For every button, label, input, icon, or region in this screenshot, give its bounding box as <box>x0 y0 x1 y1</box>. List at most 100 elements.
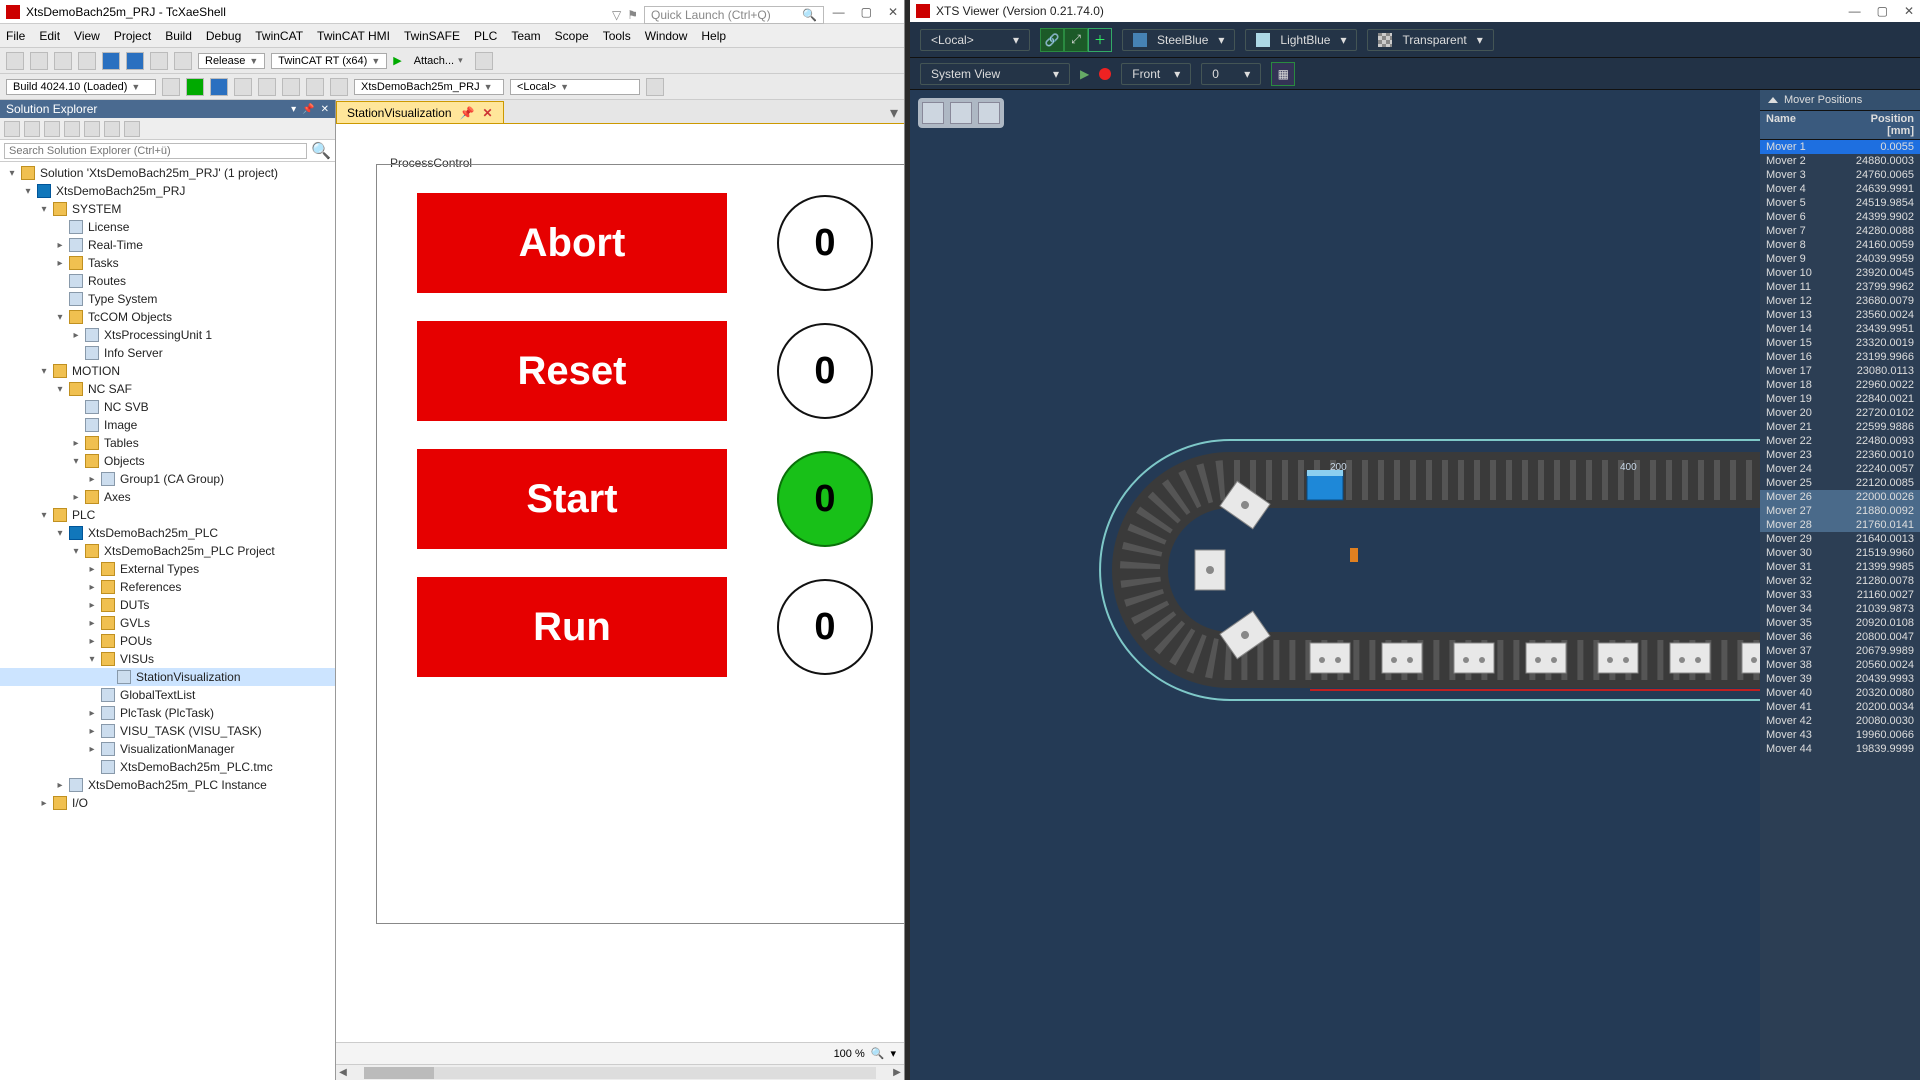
menu-plc[interactable]: PLC <box>474 29 497 43</box>
tree-node[interactable]: ▸Real-Time <box>0 236 335 254</box>
tree-node[interactable]: ▸Tasks <box>0 254 335 272</box>
tree-node[interactable]: ▾MOTION <box>0 362 335 380</box>
mover-row[interactable]: Mover 1123799.9962 <box>1760 280 1920 294</box>
mover-row[interactable]: Mover 824160.0059 <box>1760 238 1920 252</box>
tree-node[interactable]: ▸PlcTask (PlcTask) <box>0 704 335 722</box>
project-combo[interactable]: XtsDemoBach25m_PRJ▼ <box>354 79 504 95</box>
expand-icon[interactable]: ▾ <box>54 312 66 323</box>
solution-tree[interactable]: ▾Solution 'XtsDemoBach25m_PRJ' (1 projec… <box>0 162 335 1080</box>
tree-node[interactable]: XtsDemoBach25m_PLC.tmc <box>0 758 335 776</box>
sync-icon[interactable] <box>64 121 80 137</box>
expand-icon[interactable]: ▸ <box>86 708 98 719</box>
expand-icon[interactable]: ▾ <box>86 654 98 665</box>
expand-icon[interactable]: ⤢ <box>1064 28 1088 52</box>
quick-launch-input[interactable]: Quick Launch (Ctrl+Q) 🔍 <box>644 6 824 24</box>
target-local-combo[interactable]: <Local>▾ <box>920 29 1030 51</box>
mover-row[interactable]: Mover 2122599.9886 <box>1760 420 1920 434</box>
expand-icon[interactable]: ▸ <box>86 600 98 611</box>
color2-combo[interactable]: LightBlue▾ <box>1245 29 1357 51</box>
expand-icon[interactable]: ▾ <box>70 546 82 557</box>
maximize-icon[interactable]: ▢ <box>1877 4 1888 18</box>
tb-icon-1[interactable] <box>162 78 180 96</box>
mover-row[interactable]: Mover 2721880.0092 <box>1760 504 1920 518</box>
target-combo[interactable]: TwinCAT RT (x64)▼ <box>271 53 387 69</box>
tree-node[interactable]: ▸XtsProcessingUnit 1 <box>0 326 335 344</box>
tb-icon-3[interactable] <box>258 78 276 96</box>
mover-row[interactable]: Mover 1723080.0113 <box>1760 364 1920 378</box>
mover-row[interactable]: Mover 2821760.0141 <box>1760 518 1920 532</box>
color1-combo[interactable]: SteelBlue▾ <box>1122 29 1235 51</box>
mover-row[interactable]: Mover 1223680.0079 <box>1760 294 1920 308</box>
tree-node[interactable]: ▸External Types <box>0 560 335 578</box>
flag-icon[interactable]: ⚑ <box>627 8 638 22</box>
expand-icon[interactable]: ▸ <box>38 798 50 809</box>
mover-row[interactable]: Mover 3720679.9989 <box>1760 644 1920 658</box>
tree-node[interactable]: ▸VISU_TASK (VISU_TASK) <box>0 722 335 740</box>
mover-row[interactable]: Mover 3421039.9873 <box>1760 602 1920 616</box>
menu-twinsafe[interactable]: TwinSAFE <box>404 29 460 43</box>
mover-row[interactable]: Mover 3620800.0047 <box>1760 630 1920 644</box>
expand-icon[interactable]: ▸ <box>86 582 98 593</box>
tree-node[interactable]: ▸Tables <box>0 434 335 452</box>
expand-icon[interactable]: ▸ <box>86 636 98 647</box>
expand-icon[interactable]: ▾ <box>38 204 50 215</box>
expand-icon[interactable]: ▾ <box>70 456 82 467</box>
mover-row[interactable]: Mover 2322360.0010 <box>1760 448 1920 462</box>
wrench-icon[interactable] <box>124 121 140 137</box>
menu-debug[interactable]: Debug <box>206 29 241 43</box>
local-combo[interactable]: <Local>▼ <box>510 79 640 95</box>
tree-node[interactable]: ▾VISUs <box>0 650 335 668</box>
expand-icon[interactable]: ▾ <box>22 186 34 197</box>
mover-panel-header[interactable]: Mover Positions <box>1760 90 1920 111</box>
close-icon[interactable]: ✕ <box>1904 4 1914 18</box>
tree-node[interactable]: StationVisualization <box>0 668 335 686</box>
tree-node[interactable]: Image <box>0 416 335 434</box>
mover-row[interactable]: Mover 724280.0088 <box>1760 224 1920 238</box>
expand-icon[interactable]: ▸ <box>70 330 82 341</box>
mover-row[interactable]: Mover 10.0055 <box>1760 140 1920 154</box>
mover-row[interactable]: Mover 4020320.0080 <box>1760 686 1920 700</box>
tree-node[interactable]: ▾NC SAF <box>0 380 335 398</box>
mover-row[interactable]: Mover 924039.9959 <box>1760 252 1920 266</box>
ide-titlebar[interactable]: XtsDemoBach25m_PRJ - TcXaeShell ▽ ⚑ Quic… <box>0 0 904 24</box>
maximize-icon[interactable]: ▢ <box>861 5 872 19</box>
menu-twincat[interactable]: TwinCAT <box>255 29 303 43</box>
zoom-reset-icon[interactable] <box>978 102 1000 124</box>
menu-edit[interactable]: Edit <box>39 29 60 43</box>
new-icon[interactable] <box>54 52 72 70</box>
expand-icon[interactable]: ▸ <box>70 438 82 449</box>
mover-row[interactable]: Mover 2422240.0057 <box>1760 462 1920 476</box>
tree-node[interactable]: ▸Group1 (CA Group) <box>0 470 335 488</box>
expand-icon[interactable]: ▾ <box>38 510 50 521</box>
expand-icon[interactable]: ▾ <box>54 384 66 395</box>
expand-icon[interactable]: ▾ <box>6 168 18 179</box>
mover-row[interactable]: Mover 224880.0003 <box>1760 154 1920 168</box>
mover-row[interactable]: Mover 1423439.9951 <box>1760 322 1920 336</box>
redo-icon[interactable] <box>174 52 192 70</box>
track-viewport[interactable]: 200 400 <box>910 90 1760 1080</box>
expand-icon[interactable]: ▾ <box>38 366 50 377</box>
tree-node[interactable]: ▸GVLs <box>0 614 335 632</box>
tree-node[interactable]: NC SVB <box>0 398 335 416</box>
menu-view[interactable]: View <box>74 29 100 43</box>
color3-combo[interactable]: Transparent▾ <box>1367 29 1493 51</box>
forward-icon[interactable] <box>30 52 48 70</box>
tree-node[interactable]: GlobalTextList <box>0 686 335 704</box>
scroll-left-icon[interactable]: ◀ <box>336 1067 350 1078</box>
expand-icon[interactable]: ▸ <box>70 492 82 503</box>
back-icon[interactable] <box>6 52 24 70</box>
pin-icon[interactable]: 📌 <box>302 104 314 115</box>
tree-node[interactable]: ▾SYSTEM <box>0 200 335 218</box>
search-icon[interactable]: 🔍 <box>311 141 331 161</box>
abort-button[interactable]: Abort <box>417 193 727 293</box>
mover-row[interactable]: Mover 2222480.0093 <box>1760 434 1920 448</box>
filter-icon[interactable]: ▽ <box>612 8 621 22</box>
mover-row[interactable]: Mover 3520920.0108 <box>1760 616 1920 630</box>
zoom-fit-icon[interactable] <box>922 102 944 124</box>
tree-node[interactable]: ▸XtsDemoBach25m_PLC Instance <box>0 776 335 794</box>
mover-row[interactable]: Mover 624399.9902 <box>1760 210 1920 224</box>
mover-list[interactable]: Mover 10.0055Mover 224880.0003Mover 3247… <box>1760 140 1920 1080</box>
mover-row[interactable]: Mover 2622000.0026 <box>1760 490 1920 504</box>
tree-node[interactable]: ▸DUTs <box>0 596 335 614</box>
expand-icon[interactable]: ▾ <box>54 528 66 539</box>
